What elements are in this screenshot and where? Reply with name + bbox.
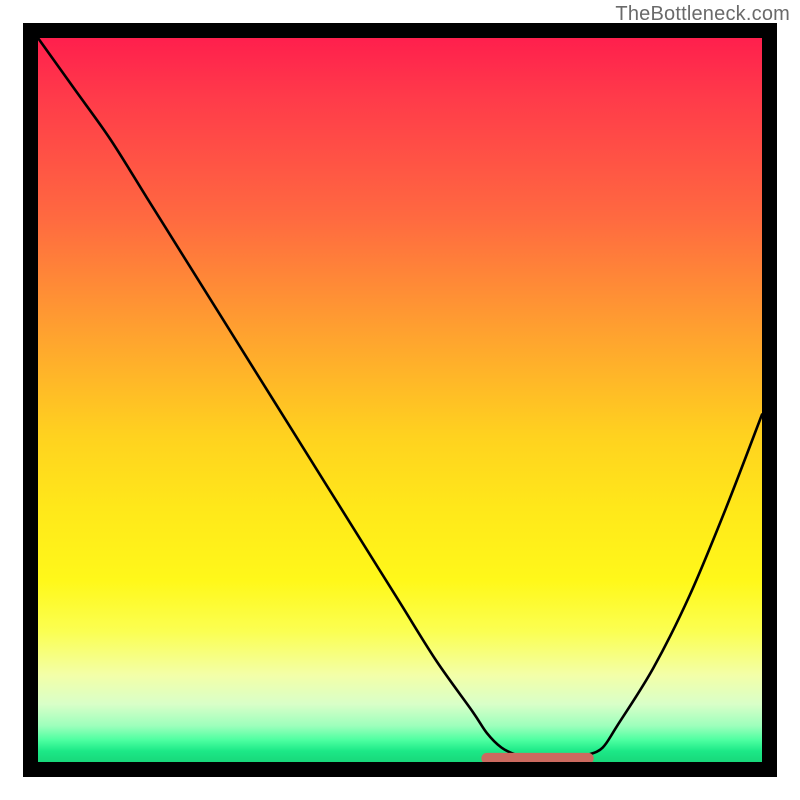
bottleneck-curve: [38, 38, 762, 759]
plot-area: [38, 38, 762, 762]
chart-svg: [38, 38, 762, 762]
